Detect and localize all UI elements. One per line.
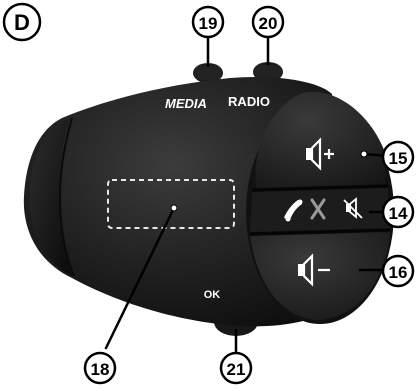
callout-18-label: 18	[91, 360, 110, 379]
ok-label: OK	[204, 289, 221, 301]
panel-letter-badge: D	[2, 2, 42, 42]
radio-label: RADIO	[228, 94, 270, 109]
callout-20: 20	[251, 5, 285, 39]
callout-15: 15	[381, 140, 415, 174]
callout-21: 21	[219, 351, 253, 385]
callout-16-label: 16	[389, 263, 408, 282]
callout-19-label: 19	[199, 14, 218, 33]
callout-14-label: 14	[389, 204, 408, 223]
panel-letter: D	[14, 10, 30, 35]
callout-15-label: 15	[389, 149, 408, 168]
callout-21-label: 21	[227, 360, 246, 379]
steering-remote-figure: D MEDIA RADIO OK 19 20 15 14 16 18 21	[2, 2, 415, 385]
callout-20-label: 20	[259, 14, 278, 33]
callout-18: 18	[83, 351, 117, 385]
callout-14: 14	[381, 195, 415, 229]
media-label: MEDIA	[165, 96, 207, 111]
callout-16: 16	[381, 254, 415, 288]
callout-19: 19	[191, 5, 225, 39]
